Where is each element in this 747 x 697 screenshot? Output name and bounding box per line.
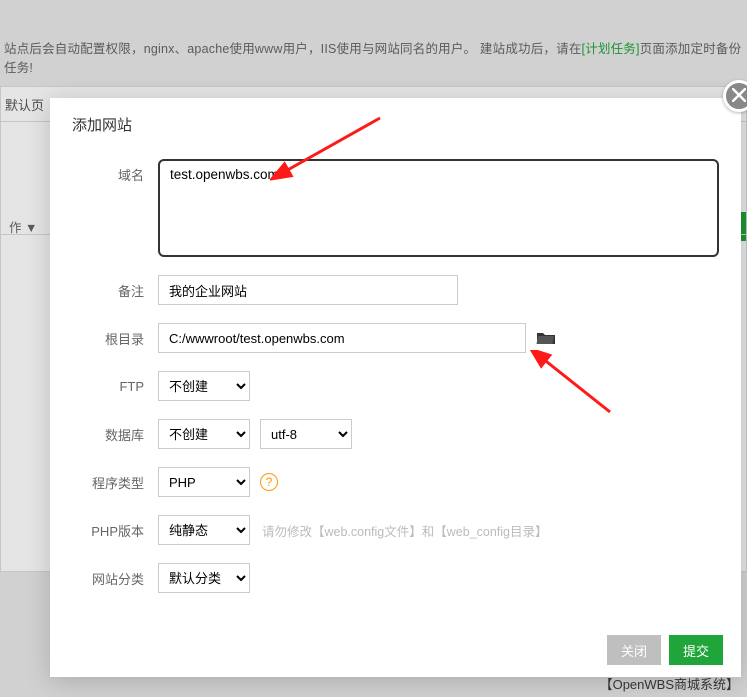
label-remark: 备注	[72, 281, 158, 300]
prog-type-select[interactable]: PHP	[158, 467, 250, 497]
domain-input[interactable]	[158, 159, 719, 257]
footer-brand: 【OpenWBS商城系统】	[600, 674, 739, 693]
form: 域名 备注 根目录 FTP 不创建 数据库 不创建 utf-8 程序类型 PHP	[50, 159, 741, 619]
folder-icon[interactable]	[536, 330, 556, 346]
root-dir-input[interactable]	[158, 323, 526, 353]
remark-input[interactable]	[158, 275, 458, 305]
label-domain: 域名	[72, 159, 158, 184]
add-site-modal: 添加网站 域名 备注 根目录 FTP 不创建 数据库 不创建 utf-8	[50, 98, 741, 677]
help-icon[interactable]: ?	[260, 473, 278, 491]
label-phpver: PHP版本	[72, 521, 158, 540]
phpver-hint: 请勿修改【web.config文件】和【web_config目录】	[262, 521, 548, 540]
label-prog: 程序类型	[72, 473, 158, 492]
modal-footer: 关闭 提交	[50, 623, 741, 677]
submit-button[interactable]: 提交	[669, 635, 723, 665]
modal-title: 添加网站	[50, 98, 741, 159]
category-select[interactable]: 默认分类	[158, 563, 250, 593]
label-category: 网站分类	[72, 569, 158, 588]
close-icon	[732, 88, 746, 105]
ftp-select[interactable]: 不创建	[158, 371, 250, 401]
charset-select[interactable]: utf-8	[260, 419, 352, 449]
label-ftp: FTP	[72, 379, 158, 394]
label-root: 根目录	[72, 329, 158, 348]
cancel-button[interactable]: 关闭	[607, 635, 661, 665]
label-db: 数据库	[72, 425, 158, 444]
db-select[interactable]: 不创建	[158, 419, 250, 449]
php-version-select[interactable]: 纯静态	[158, 515, 250, 545]
close-button[interactable]	[723, 80, 747, 112]
